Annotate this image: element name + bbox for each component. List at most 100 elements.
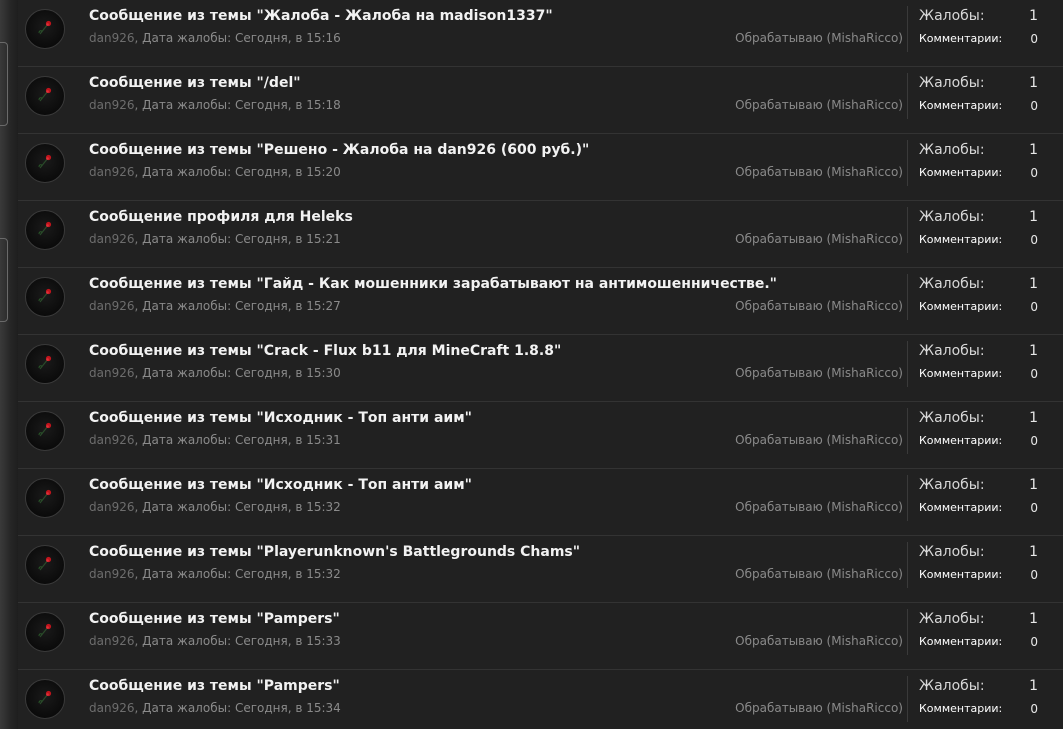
- report-date: Сегодня, в 15:32: [234, 500, 341, 514]
- report-meta: dan926, Дата жалобы: Сегодня, в 15:32: [89, 500, 341, 514]
- report-stats: Жалобы: 1 Комментарии: 0: [907, 274, 1058, 320]
- avatar[interactable]: [25, 344, 65, 384]
- report-date-label: Дата жалобы:: [142, 500, 232, 514]
- report-author-link[interactable]: dan926: [89, 634, 134, 648]
- report-title[interactable]: Сообщение из темы "Playerunknown's Battl…: [89, 544, 580, 560]
- report-stats: Жалобы: 1 Комментарии: 0: [907, 542, 1058, 588]
- complaints-label: Жалобы:: [919, 276, 985, 292]
- complaints-label: Жалобы:: [919, 8, 985, 24]
- rose-avatar-icon: [38, 489, 52, 504]
- report-title[interactable]: Сообщение из темы "/del": [89, 75, 301, 91]
- left-sidebar-strip: [0, 0, 18, 729]
- report-title[interactable]: Сообщение из темы "Исходник - Топ анти а…: [89, 410, 472, 426]
- meta-separator: ,: [134, 567, 143, 581]
- report-status: Обрабатываю (MishaRicco): [735, 299, 903, 313]
- avatar[interactable]: [25, 9, 65, 49]
- meta-separator: ,: [134, 433, 143, 447]
- complaints-count: 1: [1029, 142, 1038, 158]
- report-date: Сегодня, в 15:27: [234, 299, 341, 313]
- report-author-link[interactable]: dan926: [89, 165, 134, 179]
- sidebar-handle[interactable]: [0, 42, 8, 126]
- report-status: Обрабатываю (MishaRicco): [735, 232, 903, 246]
- report-date-label: Дата жалобы:: [142, 232, 232, 246]
- comments-count: 0: [1030, 635, 1038, 649]
- report-row[interactable]: Сообщение из темы "Гайд - Как мошенники …: [18, 268, 1063, 335]
- report-row[interactable]: Сообщение из темы "Решено - Жалоба на da…: [18, 134, 1063, 201]
- avatar[interactable]: [25, 143, 65, 183]
- comments-count: 0: [1030, 434, 1038, 448]
- report-author-link[interactable]: dan926: [89, 232, 134, 246]
- avatar[interactable]: [25, 411, 65, 451]
- avatar[interactable]: [25, 478, 65, 518]
- complaints-label: Жалобы:: [919, 209, 985, 225]
- comments-count: 0: [1030, 233, 1038, 247]
- report-title[interactable]: Сообщение из темы "Гайд - Как мошенники …: [89, 276, 777, 292]
- avatar[interactable]: [25, 612, 65, 652]
- report-author-link[interactable]: dan926: [89, 500, 134, 514]
- report-stats: Жалобы: 1 Комментарии: 0: [907, 609, 1058, 655]
- complaints-count: 1: [1029, 276, 1038, 292]
- report-title[interactable]: Сообщение из темы "Жалоба - Жалоба на ma…: [89, 8, 553, 24]
- report-date-label: Дата жалобы:: [142, 366, 232, 380]
- report-stats: Жалобы: 1 Комментарии: 0: [907, 341, 1058, 387]
- meta-separator: ,: [134, 500, 143, 514]
- report-title[interactable]: Сообщение из темы "Crack - Flux b11 для …: [89, 343, 561, 359]
- comments-count: 0: [1030, 501, 1038, 515]
- report-date-label: Дата жалобы:: [142, 98, 232, 112]
- report-meta: dan926, Дата жалобы: Сегодня, в 15:18: [89, 98, 341, 112]
- report-meta: dan926, Дата жалобы: Сегодня, в 15:20: [89, 165, 341, 179]
- report-row[interactable]: Сообщение из темы "Исходник - Топ анти а…: [18, 469, 1063, 536]
- report-row[interactable]: Сообщение из темы "Pampers" dan926, Дата…: [18, 603, 1063, 670]
- avatar[interactable]: [25, 277, 65, 317]
- comments-label: Комментарии:: [919, 367, 1003, 380]
- report-stats: Жалобы: 1 Комментарии: 0: [907, 6, 1058, 52]
- report-status: Обрабатываю (MishaRicco): [735, 31, 903, 45]
- report-title[interactable]: Сообщение из темы "Pampers": [89, 611, 340, 627]
- report-row[interactable]: Сообщение из темы "Исходник - Топ анти а…: [18, 402, 1063, 469]
- report-author-link[interactable]: dan926: [89, 299, 134, 313]
- comments-label: Комментарии:: [919, 434, 1003, 447]
- sidebar-handle[interactable]: [0, 238, 8, 322]
- report-stats: Жалобы: 1 Комментарии: 0: [907, 207, 1058, 253]
- report-row[interactable]: Сообщение из темы "Crack - Flux b11 для …: [18, 335, 1063, 402]
- reports-page: Сообщение из темы "Жалоба - Жалоба на ma…: [0, 0, 1063, 729]
- report-author-link[interactable]: dan926: [89, 98, 134, 112]
- meta-separator: ,: [134, 701, 143, 715]
- complaints-count: 1: [1029, 75, 1038, 91]
- report-row[interactable]: Сообщение из темы "/del" dan926, Дата жа…: [18, 67, 1063, 134]
- report-title[interactable]: Сообщение профиля для Heleks: [89, 209, 353, 225]
- avatar[interactable]: [25, 679, 65, 719]
- report-row[interactable]: Сообщение из темы "Жалоба - Жалоба на ma…: [18, 0, 1063, 67]
- avatar[interactable]: [25, 545, 65, 585]
- comments-count: 0: [1030, 702, 1038, 716]
- comments-count: 0: [1030, 99, 1038, 113]
- complaints-count: 1: [1029, 477, 1038, 493]
- report-date-label: Дата жалобы:: [142, 701, 232, 715]
- avatar[interactable]: [25, 210, 65, 250]
- report-title[interactable]: Сообщение из темы "Решено - Жалоба на da…: [89, 142, 589, 158]
- report-row[interactable]: Сообщение из темы "Pampers" dan926, Дата…: [18, 670, 1063, 729]
- report-author-link[interactable]: dan926: [89, 701, 134, 715]
- complaints-label: Жалобы:: [919, 343, 985, 359]
- rose-avatar-icon: [38, 556, 52, 571]
- report-list: Сообщение из темы "Жалоба - Жалоба на ma…: [18, 0, 1063, 729]
- comments-count: 0: [1030, 568, 1038, 582]
- rose-avatar-icon: [38, 422, 52, 437]
- rose-avatar-icon: [38, 154, 52, 169]
- report-row[interactable]: Сообщение профиля для Heleks dan926, Дат…: [18, 201, 1063, 268]
- report-author-link[interactable]: dan926: [89, 433, 134, 447]
- report-title[interactable]: Сообщение из темы "Pampers": [89, 678, 340, 694]
- report-date: Сегодня, в 15:34: [234, 701, 341, 715]
- report-row[interactable]: Сообщение из темы "Playerunknown's Battl…: [18, 536, 1063, 603]
- comments-label: Комментарии:: [919, 635, 1003, 648]
- comments-label: Комментарии:: [919, 300, 1003, 313]
- report-author-link[interactable]: dan926: [89, 31, 134, 45]
- report-author-link[interactable]: dan926: [89, 567, 134, 581]
- report-status: Обрабатываю (MishaRicco): [735, 567, 903, 581]
- report-date-label: Дата жалобы:: [142, 567, 232, 581]
- report-title[interactable]: Сообщение из темы "Исходник - Топ анти а…: [89, 477, 472, 493]
- report-author-link[interactable]: dan926: [89, 366, 134, 380]
- avatar[interactable]: [25, 76, 65, 116]
- report-meta: dan926, Дата жалобы: Сегодня, в 15:27: [89, 299, 341, 313]
- report-date: Сегодня, в 15:33: [234, 634, 341, 648]
